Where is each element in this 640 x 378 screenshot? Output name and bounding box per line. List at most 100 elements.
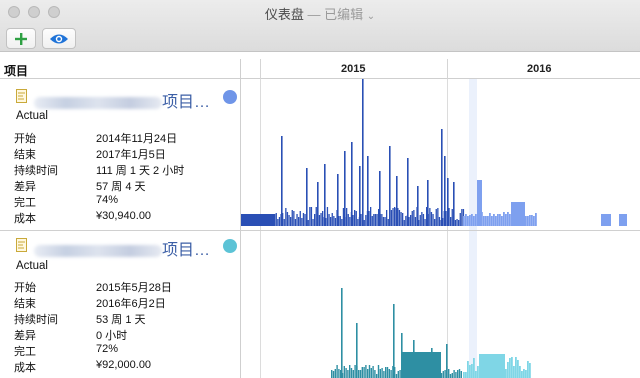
field-duration: 持续时间 111 周 1 天 2 小时 bbox=[14, 165, 185, 177]
edited-status: — 已编辑 bbox=[307, 7, 364, 22]
gantt-bar bbox=[421, 212, 423, 226]
gantt-bar bbox=[403, 220, 405, 226]
gantt-bar bbox=[461, 209, 463, 226]
gantt-bar bbox=[458, 369, 461, 378]
gantt-bar bbox=[487, 216, 489, 226]
gantt-bar bbox=[274, 214, 276, 226]
gantt-bar bbox=[304, 214, 306, 226]
gantt-spike bbox=[407, 158, 409, 226]
project-document-icon bbox=[16, 89, 27, 103]
gantt-bar bbox=[355, 211, 357, 226]
gantt-bar bbox=[397, 371, 399, 378]
gantt-bar bbox=[384, 217, 386, 226]
project-title: 项目… bbox=[34, 88, 210, 112]
gantt-bar bbox=[343, 366, 345, 378]
gantt-bar bbox=[495, 216, 497, 226]
gantt-bar bbox=[318, 215, 321, 226]
gantt-bar bbox=[387, 219, 389, 226]
field-end: 结束 2016年6月2日 bbox=[14, 298, 166, 310]
gantt-bar bbox=[395, 374, 398, 378]
gantt-bar bbox=[370, 368, 372, 378]
gantt-bar bbox=[385, 367, 387, 378]
sspai-watermark: 少数派 SSPAI.COM bbox=[505, 316, 633, 366]
gantt-bar bbox=[459, 213, 461, 226]
project-subtitle: Actual bbox=[16, 260, 48, 272]
gantt-bar bbox=[438, 217, 441, 226]
gantt-bar bbox=[499, 214, 501, 226]
gantt-spike bbox=[356, 323, 358, 378]
gantt-bar bbox=[483, 216, 485, 226]
gantt-bar bbox=[320, 213, 322, 226]
gantt-bar bbox=[365, 215, 367, 226]
gantt-bar bbox=[414, 217, 417, 226]
gantt-bar bbox=[349, 365, 351, 378]
gantt-bar bbox=[381, 368, 383, 378]
gantt-spike bbox=[344, 151, 346, 226]
gantt-spike bbox=[341, 288, 343, 378]
gantt-bar bbox=[501, 216, 503, 226]
gantt-bar bbox=[331, 213, 333, 226]
gantt-bar bbox=[458, 220, 460, 226]
gantt-bar bbox=[529, 215, 531, 226]
gantt-bar bbox=[405, 216, 407, 226]
project-document-icon bbox=[16, 238, 27, 252]
gantt-bar bbox=[619, 214, 627, 226]
watermark-domain: SSPAI.COM bbox=[547, 349, 612, 360]
gantt-bar bbox=[479, 354, 505, 378]
gantt-spike bbox=[444, 156, 446, 226]
gantt-spike bbox=[281, 136, 283, 226]
project-subtitle: Actual bbox=[16, 110, 48, 122]
gantt-bar bbox=[383, 371, 385, 378]
gantt-bar bbox=[467, 361, 469, 378]
gantt-bar bbox=[367, 369, 369, 378]
year-divider bbox=[447, 59, 448, 79]
gantt-spike bbox=[317, 182, 319, 226]
gantt-bar bbox=[293, 211, 295, 226]
gantt-bar bbox=[310, 207, 313, 226]
gantt-bar bbox=[388, 369, 390, 378]
gantt-bar bbox=[493, 214, 495, 226]
add-button[interactable] bbox=[6, 28, 36, 49]
view-options-button[interactable] bbox=[42, 28, 76, 49]
gantt-bar bbox=[379, 369, 381, 378]
gantt-bar bbox=[489, 213, 491, 226]
gantt-bar bbox=[531, 215, 533, 226]
gantt-spike bbox=[453, 182, 455, 226]
gantt-bar bbox=[345, 368, 347, 378]
gantt-bar bbox=[456, 219, 458, 226]
gantt-bar bbox=[312, 219, 314, 226]
gantt-bar bbox=[358, 370, 360, 378]
field-end: 结束 2017年1月5日 bbox=[14, 149, 166, 161]
gantt-bar bbox=[381, 214, 383, 226]
gantt-bar bbox=[347, 214, 349, 226]
gantt-bar bbox=[301, 218, 303, 226]
year-label-2015: 2015 bbox=[341, 63, 366, 75]
field-complete: 完工 72% bbox=[14, 343, 119, 358]
gantt-spike bbox=[389, 146, 391, 226]
gantt-bar bbox=[475, 371, 477, 378]
gantt-bar bbox=[503, 212, 505, 226]
gantt-bar bbox=[451, 373, 453, 378]
year-label-2016: 2016 bbox=[527, 63, 552, 75]
watermark-brand: 少数派 bbox=[545, 323, 608, 347]
gantt-bar bbox=[507, 212, 509, 226]
gantt-bar bbox=[533, 216, 535, 226]
gantt-bar bbox=[465, 372, 467, 378]
gantt-bar bbox=[410, 215, 412, 226]
project-color-dot[interactable] bbox=[223, 90, 237, 104]
gantt-bar bbox=[370, 207, 372, 226]
project-color-dot[interactable] bbox=[223, 239, 237, 253]
item-column-header[interactable]: 项目 bbox=[4, 62, 28, 79]
window-title[interactable]: 仪表盘 — 已编辑 ⌄ bbox=[0, 4, 640, 23]
gantt-spike bbox=[359, 166, 361, 226]
gantt-spike bbox=[367, 156, 369, 226]
title-menu-chevron-icon[interactable]: ⌄ bbox=[367, 11, 375, 22]
gantt-bar bbox=[298, 217, 300, 226]
project-list: 项目… Actual 开始 2014年11月24日 结束 2017年1月5日 持续时… bbox=[0, 79, 240, 378]
gantt-bar bbox=[374, 370, 376, 378]
gantt-bar bbox=[451, 209, 453, 226]
gantt-bar bbox=[361, 367, 363, 378]
gantt-bar bbox=[354, 210, 356, 226]
gantt-bar bbox=[342, 208, 345, 226]
gantt-spike bbox=[362, 79, 364, 226]
